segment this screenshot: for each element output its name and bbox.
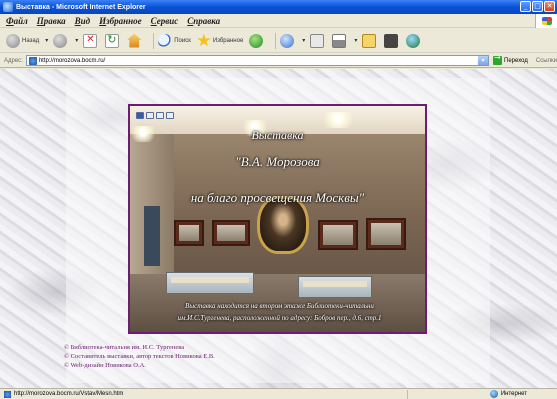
refresh-button[interactable] (105, 33, 121, 48)
photo-doorway (144, 206, 160, 266)
toolbar: Назад ▾ ▾ Поиск Избранное ▾ ▾ (0, 29, 557, 53)
minimize-button[interactable]: _ (520, 1, 531, 12)
menu-tools[interactable]: Сервис (151, 16, 179, 26)
location-line2: им.И.С.Тургенева, расположенной по адрес… (177, 314, 382, 322)
toolbar-separator (153, 32, 155, 49)
mail-icon (310, 33, 325, 48)
exhibition-heading: Выставка (251, 128, 304, 142)
address-input[interactable]: http://morozova.bocm.ru/ ▾ (25, 55, 490, 66)
go-button[interactable]: Переход (493, 53, 528, 65)
favorites-button[interactable]: Избранное (197, 33, 244, 48)
credit-design: © Web-дизайн Новикова О.А. (64, 362, 146, 369)
close-button[interactable]: ✕ (544, 1, 555, 12)
messenger-icon (406, 33, 421, 48)
browser-window: Выставка - Microsoft Internet Explorer _… (0, 0, 557, 399)
exhibition-photo: Выставка "В.А. Морозова на благо просвещ… (128, 104, 427, 334)
go-arrow-icon (493, 53, 503, 65)
history-button[interactable] (280, 33, 296, 48)
ie-icon (3, 2, 13, 12)
menu-favorites[interactable]: Избранное (99, 16, 142, 26)
address-label: Адрес: (4, 57, 23, 64)
media-button[interactable] (249, 33, 265, 48)
save-image-icon[interactable] (136, 112, 144, 119)
back-button[interactable]: Назад (6, 33, 40, 48)
print-button[interactable] (332, 33, 348, 48)
location-line1: Выставка находится на втором этаже Библи… (185, 302, 374, 310)
menu-file[interactable]: Файл (6, 16, 28, 26)
title-bar[interactable]: Выставка - Microsoft Internet Explorer _… (0, 0, 557, 14)
mail-image-icon[interactable] (156, 112, 164, 119)
refresh-icon (105, 33, 120, 48)
status-cells (407, 390, 467, 399)
menu-bar: Файл Правка Вид Избранное Сервис Справка (0, 14, 557, 28)
print-icon (332, 33, 347, 48)
favorites-icon (197, 33, 211, 47)
framed-picture (212, 220, 250, 246)
page-icon (4, 390, 11, 398)
exhibition-title-line2: на благо просвещения Москвы" (190, 190, 365, 205)
research-button[interactable] (384, 33, 400, 48)
media-icon (249, 33, 264, 48)
history-icon (280, 33, 295, 48)
back-icon (6, 33, 20, 48)
stop-icon (83, 33, 98, 48)
window-controls: _ □ ✕ (520, 1, 555, 12)
search-button[interactable]: Поиск (158, 33, 191, 48)
print-dropdown-icon[interactable]: ▾ (354, 37, 357, 44)
forward-dropdown-icon[interactable]: ▾ (75, 37, 78, 44)
page-icon (28, 56, 37, 65)
edit-button[interactable] (362, 33, 378, 48)
toolbar-separator (275, 32, 277, 49)
framed-picture (174, 220, 204, 246)
back-dropdown-icon[interactable]: ▾ (45, 37, 48, 44)
framed-picture (318, 220, 358, 250)
status-bar: http://morozova.bocm.ru/Vstav/Mesn.htm И… (0, 388, 557, 399)
menu-edit[interactable]: Правка (37, 16, 66, 26)
status-text: http://morozova.bocm.ru/Vstav/Mesn.htm (14, 391, 124, 397)
forward-icon (53, 33, 68, 48)
window-title: Выставка - Microsoft Internet Explorer (16, 3, 146, 11)
exhibition-location: Выставка находится на втором этаже Библи… (134, 300, 425, 324)
chandelier-icon (318, 112, 358, 128)
mail-button[interactable] (310, 33, 326, 48)
home-icon (127, 33, 142, 48)
framed-picture (366, 218, 406, 250)
search-label: Поиск (174, 37, 191, 44)
folder-image-icon[interactable] (166, 112, 174, 119)
credit-author: © Составитель выставки, автор текстов Но… (64, 353, 215, 360)
discuss-icon (362, 33, 377, 48)
print-image-icon[interactable] (146, 112, 154, 119)
favorites-label: Избранное (212, 37, 244, 44)
address-dropdown-icon[interactable]: ▾ (478, 56, 489, 65)
research-icon (384, 33, 399, 48)
go-label: Переход (504, 57, 528, 64)
credits: © Библиотека-читальня им. И.С. Тургенева… (64, 343, 215, 370)
address-url[interactable]: http://morozova.bocm.ru/ (39, 58, 105, 64)
stop-button[interactable] (83, 33, 99, 48)
display-case (166, 272, 254, 294)
messenger-button[interactable] (406, 33, 422, 48)
display-case (298, 276, 372, 298)
menu-help[interactable]: Справка (187, 16, 220, 26)
zone-label: Интернет (500, 391, 527, 397)
links-button[interactable]: Ссылки (536, 58, 557, 64)
forward-button[interactable] (53, 33, 69, 48)
address-bar: Адрес: http://morozova.bocm.ru/ ▾ Перехо… (0, 53, 557, 68)
windows-flag-icon (535, 14, 557, 28)
security-zone: Интернет (489, 390, 527, 398)
menu-view[interactable]: Вид (75, 16, 91, 26)
image-toolbar (136, 112, 174, 119)
back-label: Назад (22, 37, 40, 44)
exhibition-title-line1: "В.А. Морозова (235, 154, 320, 169)
history-dropdown-icon[interactable]: ▾ (302, 37, 305, 44)
credit-library: © Библиотека-читальня им. И.С. Тургенева (64, 344, 185, 351)
internet-globe-icon (489, 390, 498, 398)
home-button[interactable] (127, 33, 143, 48)
maximize-button[interactable]: □ (532, 1, 543, 12)
search-icon (158, 33, 173, 48)
